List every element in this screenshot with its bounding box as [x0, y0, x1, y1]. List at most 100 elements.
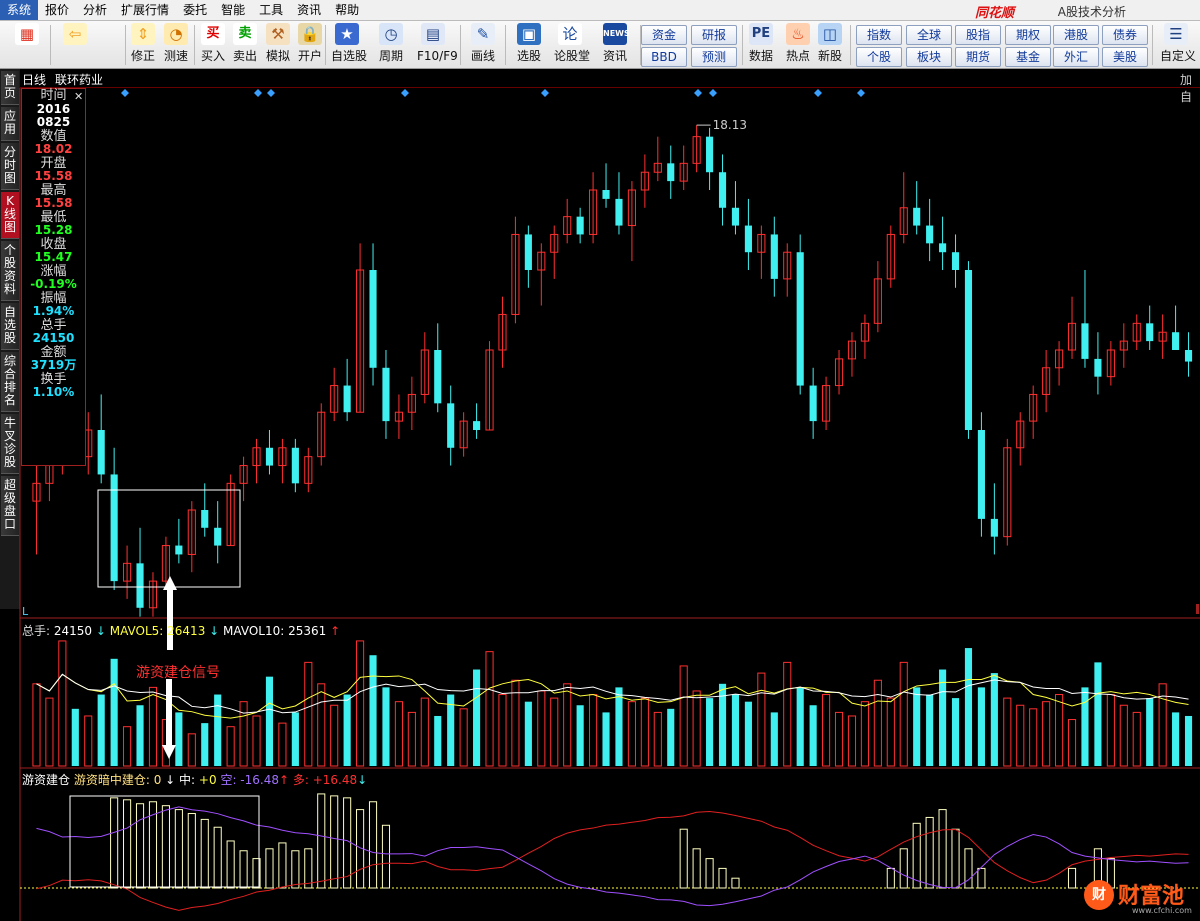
volume-bar-up [822, 694, 831, 767]
info-value: 18.02 [34, 142, 73, 156]
volume-bar-up [32, 683, 41, 767]
candle-body-down [97, 430, 105, 475]
volume-bar-up [420, 697, 429, 767]
mid-label: 中: [179, 773, 199, 787]
volume-bar-up [679, 665, 688, 767]
indicator-bar [226, 840, 235, 889]
volume-bar-up [563, 683, 572, 767]
info-label: 总手 [40, 317, 67, 333]
volume-bar-down [1094, 662, 1102, 766]
volume-bar-down [796, 687, 804, 766]
volume-bar-down [291, 712, 299, 766]
volume-bar-down [201, 723, 209, 766]
volume-bar-up [394, 701, 403, 767]
volume-bar-down [1081, 687, 1089, 766]
volume-bar-down [731, 694, 740, 766]
indicator-bar [381, 824, 391, 889]
indicator-bar [1067, 867, 1077, 889]
volume-bar-down [744, 701, 752, 766]
volume-bar-up [317, 683, 326, 767]
up-arrow-icon: ↑ [278, 773, 290, 787]
info-value: 15.58 [34, 196, 73, 210]
signal-diamond-icon [401, 89, 409, 97]
close-icon[interactable]: ✕ [74, 90, 83, 103]
volume-bar-up [834, 711, 844, 767]
volume-bar-up [187, 733, 196, 767]
volume-bar-up [640, 697, 649, 767]
volume-bar-up [226, 726, 235, 767]
info-label: 金额 [40, 344, 67, 360]
volume-bar-up [1042, 701, 1051, 767]
candle-body-down [744, 225, 752, 253]
long-line [36, 811, 1189, 911]
volume-bar-up [498, 694, 507, 767]
info-value: -0.19% [30, 277, 77, 291]
indicator-bar [925, 816, 934, 889]
indicator-bar [951, 828, 960, 889]
volume-bar-down [977, 687, 985, 766]
candle-body-down [201, 510, 209, 528]
volume-bar-up [252, 715, 261, 767]
volume-bar-down [382, 687, 390, 766]
down-arrow-icon: ↓ [357, 773, 368, 787]
volume-bar-up [886, 697, 895, 767]
indicator-bar [265, 848, 274, 889]
volume-bar-up [783, 661, 792, 767]
signal-diamond-icon [709, 89, 717, 97]
volume-bar-up [459, 708, 468, 767]
volume-bar-up [356, 640, 365, 767]
volume-bar-up [239, 701, 248, 767]
volume-bar-down [473, 669, 481, 766]
signal-highlight-box [69, 795, 260, 888]
mid-value: +0 [198, 773, 217, 787]
indicator-bar [304, 848, 313, 889]
candle-body-down [1172, 332, 1180, 350]
candle-body-down [447, 403, 455, 448]
indicator-bar [213, 826, 222, 889]
indicator-bar [731, 877, 740, 889]
vol-label: 总手: [22, 624, 54, 638]
candle-body-down [434, 350, 442, 404]
signal-diamond-icon [541, 89, 549, 97]
volume-bar-up [485, 651, 494, 767]
candle-body-down [770, 234, 778, 279]
volume-bar-up [45, 697, 54, 767]
mavol10-value: 25361 [288, 624, 327, 638]
candle-body-down [951, 252, 960, 270]
down-arrow-icon: ↓ [92, 624, 110, 638]
candle-body-down [990, 518, 998, 537]
volume-bar-down [939, 669, 947, 766]
indicator-bar [239, 850, 248, 889]
indicator-bar [278, 842, 287, 889]
volume-bar-down [770, 712, 778, 766]
indicator-bar [368, 801, 378, 889]
candle-body-down [1184, 350, 1193, 362]
candle-body-down [977, 430, 985, 519]
volume-bar-down [964, 648, 973, 766]
watermark-icon: 财 [1084, 880, 1114, 910]
indicator-bar [938, 809, 947, 889]
volume-bar-down [524, 701, 532, 766]
indicator-header: 游资建仓 游资暗中建仓: 0 ↓ 中: +0 空: -16.48↑ 多: +16… [22, 771, 367, 788]
volume-bar-up [330, 704, 339, 767]
indicator-bar [330, 795, 339, 889]
vol-value: 24150 [53, 624, 93, 638]
indicator-bar [110, 797, 119, 889]
info-label: 换手 [40, 371, 67, 387]
candle-body-down [291, 447, 299, 484]
candle-body-down [939, 243, 947, 253]
candle-body-down [343, 385, 351, 413]
indicator-bar [705, 858, 714, 889]
volume-bar-down [706, 698, 714, 766]
indicator-bar [200, 818, 209, 889]
volume-bar-up [550, 697, 559, 767]
info-label: 最低 [40, 209, 67, 225]
info-value: 3719万 [30, 358, 77, 372]
volume-bar-up [1106, 694, 1115, 767]
watermark-logo: 财 财富池 www.cfchi.com [1082, 876, 1200, 921]
candle-body-down [214, 527, 222, 546]
info-value: 15.58 [34, 169, 73, 183]
mavol5-value: 26413 [167, 624, 206, 638]
info-label: 涨幅 [40, 263, 67, 279]
candle-body-down [809, 385, 817, 422]
